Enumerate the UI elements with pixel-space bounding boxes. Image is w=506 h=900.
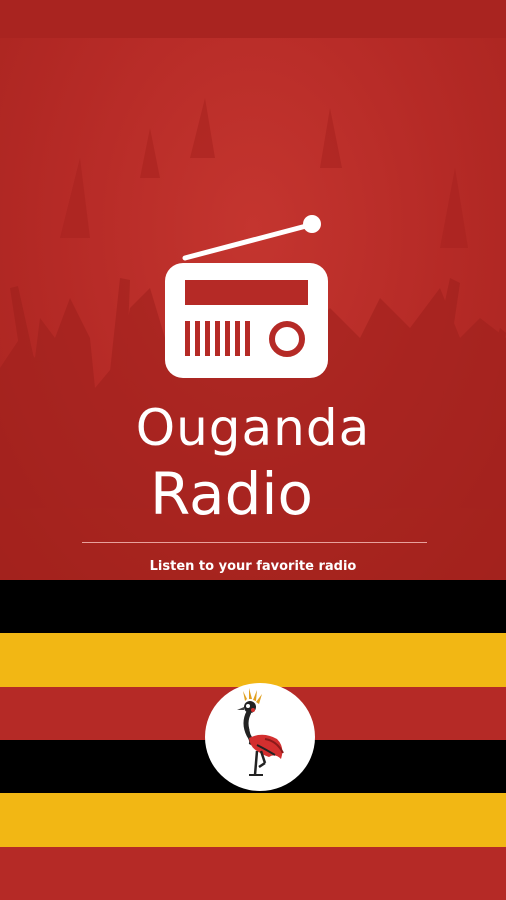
flag-stripe-red	[0, 846, 506, 900]
flag-stripe-yellow	[0, 793, 506, 847]
app-title-line2: Radio	[150, 460, 313, 528]
radio-icon	[165, 215, 328, 378]
flag-stripe-yellow	[0, 633, 506, 687]
divider	[82, 542, 427, 543]
flag-emblem	[205, 683, 315, 791]
hero-banner: Ouganda Radio Listen to your favorite ra…	[0, 38, 506, 580]
crested-crane-icon	[237, 688, 284, 776]
splash-screen: Ouganda Radio Listen to your favorite ra…	[0, 0, 506, 900]
flag-stripe-black	[0, 580, 506, 634]
status-bar	[0, 0, 506, 38]
tagline: Listen to your favorite radio	[149, 559, 357, 574]
app-title-line1: Ouganda	[135, 399, 371, 457]
